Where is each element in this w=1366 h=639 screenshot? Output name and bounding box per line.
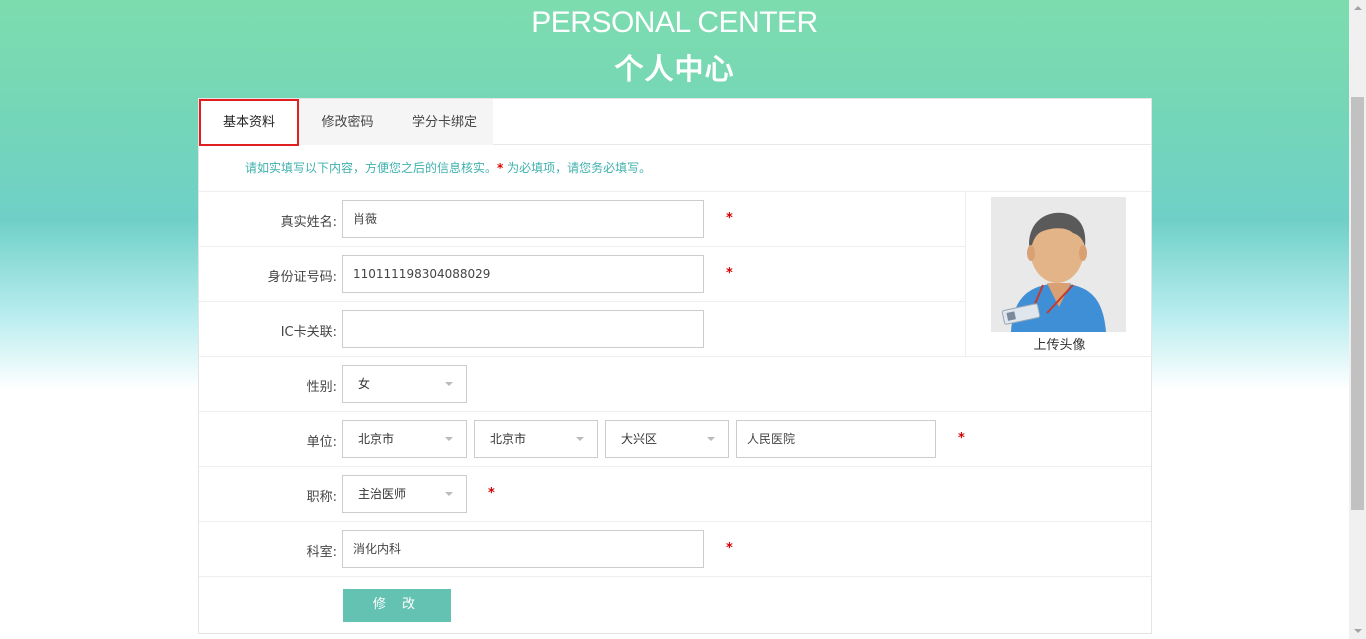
- form-row-gender: 性别: 女: [199, 357, 1151, 412]
- form-row-ic-card: IC卡关联:: [199, 302, 965, 357]
- unit-required-mark: *: [958, 431, 965, 446]
- tab-bar: 基本资料 修改密码 学分卡绑定: [199, 99, 1151, 146]
- province-select-value: 北京市: [358, 432, 395, 446]
- scroll-down-button[interactable]: [1349, 622, 1366, 639]
- avatar-panel: 上传头像: [965, 192, 1152, 357]
- id-number-label: 身份证号码:: [267, 270, 337, 285]
- profile-card: 基本资料 修改密码 学分卡绑定 请如实填写以下内容，方便您之后的信息核实。* 为…: [198, 98, 1152, 634]
- name-input[interactable]: 肖薇: [342, 200, 704, 238]
- id-number-required-mark: *: [726, 266, 733, 281]
- vertical-scrollbar[interactable]: [1349, 0, 1366, 639]
- name-required-mark: *: [726, 211, 733, 226]
- chevron-down-icon: [707, 437, 715, 441]
- gender-label: 性别:: [306, 380, 337, 395]
- form-row-department: 科室: 消化内科 *: [199, 522, 1151, 577]
- tab-basic-info[interactable]: 基本资料: [199, 99, 299, 146]
- gender-select-value: 女: [358, 377, 371, 391]
- ic-card-input[interactable]: [342, 310, 704, 348]
- arrow-down-icon: [1354, 629, 1362, 633]
- district-select[interactable]: 大兴区: [605, 420, 729, 458]
- chevron-down-icon: [445, 492, 453, 496]
- province-select[interactable]: 北京市: [342, 420, 467, 458]
- scrollbar-thumb[interactable]: [1351, 97, 1364, 510]
- title-label: 职称:: [306, 490, 337, 505]
- chevron-down-icon: [576, 437, 584, 441]
- ic-card-label: IC卡关联:: [280, 325, 337, 340]
- upload-avatar-label[interactable]: 上传头像: [966, 334, 1153, 353]
- id-number-input[interactable]: 110111198304088029: [342, 255, 704, 293]
- scroll-up-button[interactable]: [1349, 0, 1366, 17]
- tab-credit-card-binding[interactable]: 学分卡绑定: [396, 99, 493, 145]
- gender-select[interactable]: 女: [342, 365, 467, 403]
- department-required-mark: *: [726, 541, 733, 556]
- chevron-down-icon: [445, 437, 453, 441]
- title-required-mark: *: [488, 486, 495, 501]
- unit-label: 单位:: [306, 435, 337, 450]
- form-row-name: 真实姓名: 肖薇 *: [199, 192, 965, 247]
- district-select-value: 大兴区: [621, 432, 658, 446]
- header-title-cn: 个人中心: [614, 52, 735, 86]
- form-row-title: 职称: 主治医师 *: [199, 467, 1151, 522]
- chevron-down-icon: [445, 382, 453, 386]
- user-avatar-icon: [991, 197, 1126, 332]
- avatar[interactable]: [991, 197, 1126, 332]
- department-label: 科室:: [306, 545, 337, 560]
- name-label: 真实姓名:: [280, 215, 337, 230]
- form-row-unit: 单位: 北京市 北京市 大兴区 人民医院 *: [199, 412, 1151, 467]
- hospital-input[interactable]: 人民医院: [736, 420, 936, 458]
- page-header: PERSONAL CENTER 个人中心: [0, 0, 1349, 98]
- notice-text-after: 为必填项，请您务必填写。: [503, 161, 652, 175]
- notice-text-before: 请如实填写以下内容，方便您之后的信息核实。: [245, 161, 498, 175]
- arrow-up-icon: [1354, 6, 1362, 10]
- tab-change-password[interactable]: 修改密码: [299, 99, 396, 145]
- modify-button[interactable]: 修 改: [343, 589, 451, 622]
- title-select-value: 主治医师: [358, 487, 407, 501]
- header-title-en: PERSONAL CENTER: [531, 6, 818, 39]
- department-input[interactable]: 消化内科: [342, 530, 704, 568]
- form-notice: 请如实填写以下内容，方便您之后的信息核实。* 为必填项，请您务必填写。: [245, 159, 651, 176]
- city-select[interactable]: 北京市: [474, 420, 598, 458]
- title-select[interactable]: 主治医师: [342, 475, 467, 513]
- city-select-value: 北京市: [490, 432, 527, 446]
- form-row-id-number: 身份证号码: 110111198304088029 *: [199, 247, 965, 302]
